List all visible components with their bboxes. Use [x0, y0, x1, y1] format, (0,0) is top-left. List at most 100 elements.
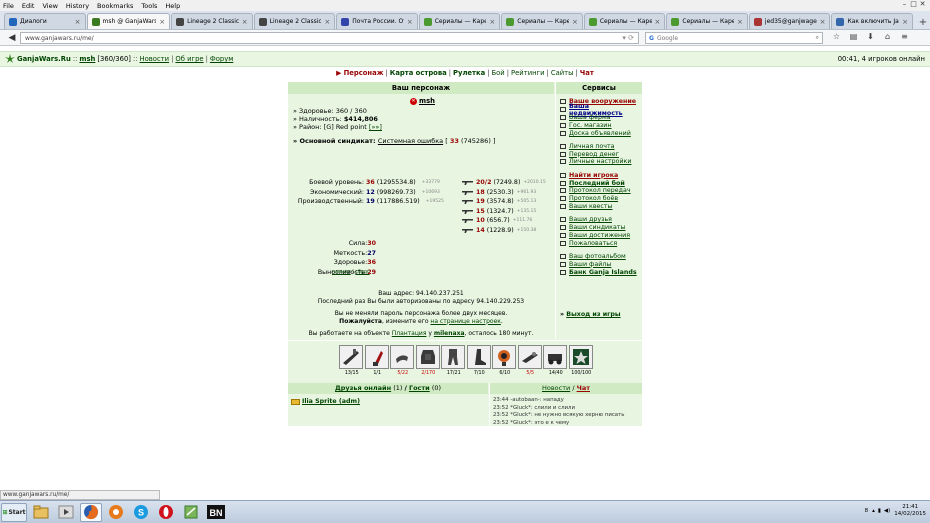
service-item[interactable]: Последний бой [560, 179, 642, 187]
nav-3[interactable]: Бой [491, 69, 504, 77]
search-input[interactable]: G Google ⌕ [645, 32, 823, 44]
guests-link[interactable]: Гости [409, 384, 430, 392]
service-item[interactable]: Ваши синдикаты [560, 224, 642, 232]
clock[interactable]: 21:41 14/02/2015 [894, 504, 926, 518]
skype-icon[interactable]: S [130, 503, 152, 522]
service-link[interactable]: Личная почта [569, 143, 615, 150]
service-item[interactable]: Личная почта [560, 142, 642, 150]
syndicate-link[interactable]: Системная ошибка [378, 137, 443, 145]
language-indicator[interactable]: 8 [865, 508, 869, 514]
tab-close-icon[interactable]: × [902, 18, 908, 26]
service-item[interactable]: Ваша недвижимость [560, 103, 642, 117]
nav-4[interactable]: Рейтинги [511, 69, 545, 77]
chat-tab[interactable]: Чат [577, 384, 590, 392]
menu-item-bookmarks[interactable]: Bookmarks [97, 2, 133, 10]
menu-item-edit[interactable]: Edit [22, 2, 35, 10]
tab-close-icon[interactable]: × [75, 18, 81, 26]
service-item[interactable]: Ваши квесты [560, 203, 642, 211]
browser-tab[interactable]: Почта России. Отсл...× [336, 13, 418, 29]
tab-close-icon[interactable]: × [820, 18, 826, 26]
settings-link[interactable]: на странице настроек [430, 318, 500, 325]
bookmark-star-icon[interactable]: ☆ [828, 32, 845, 41]
service-link[interactable]: Перевод денег [569, 151, 619, 158]
service-item[interactable]: Ваши файлы [560, 260, 642, 268]
site-logo[interactable]: GanjaWars.Ru [5, 54, 71, 64]
service-item[interactable]: Пожаловаться [560, 239, 642, 247]
syndicate-number[interactable]: 33 [450, 137, 459, 145]
service-item[interactable]: Гос. магазин [560, 121, 642, 129]
nav-5[interactable]: Сайты [551, 69, 574, 77]
equipment-slot[interactable] [364, 345, 389, 369]
service-link[interactable]: Ваши друзья [569, 216, 612, 223]
equipment-slot[interactable] [517, 345, 542, 369]
about-link[interactable]: Об игре [175, 55, 203, 63]
menu-item-tools[interactable]: Tools [141, 2, 157, 10]
friends-online-link[interactable]: Друзья онлайн [335, 384, 391, 392]
home-icon[interactable]: ⌂ [879, 32, 896, 41]
back-icon[interactable]: ◀ [4, 32, 20, 44]
equipment-slot[interactable] [466, 345, 491, 369]
service-link[interactable]: Ваши файлы [569, 261, 611, 268]
character-name-link[interactable]: msh [419, 97, 435, 105]
browser-tab[interactable]: Lineage 2 Classic - 6...× [253, 13, 336, 29]
service-link[interactable]: Ваши квесты [569, 203, 613, 210]
browser-tab[interactable]: Диалоги × [4, 13, 86, 29]
utorrent-icon[interactable] [105, 503, 127, 522]
tray-arrow-icon[interactable]: ▴ [872, 508, 875, 514]
skills-link[interactable]: навыки [332, 270, 351, 275]
close-icon[interactable]: ✕ [918, 0, 927, 8]
service-link[interactable]: Последний бой [569, 180, 625, 187]
menu-item-view[interactable]: View [42, 2, 57, 10]
tab-close-icon[interactable]: × [489, 18, 495, 26]
nav-2[interactable]: Рулетка [453, 69, 485, 77]
service-item[interactable]: Доска объявлений [560, 129, 642, 137]
browser-tab[interactable]: Сериалы — Карель...× [418, 13, 501, 29]
forum-link[interactable]: Форум [210, 55, 233, 63]
browser-tab[interactable]: jed35@ganjwagen...× [748, 13, 831, 29]
tab-close-icon[interactable]: × [655, 18, 661, 26]
reload-icon[interactable]: ▾ ⟳ [622, 34, 634, 42]
equipment-slot[interactable] [568, 345, 593, 369]
url-bar[interactable]: www.ganjawars.ru/me/ ▾ ⟳ [20, 32, 639, 44]
equipment-slot[interactable] [441, 345, 465, 369]
tab-close-icon[interactable]: × [737, 18, 743, 26]
equipment-slot[interactable] [390, 345, 414, 369]
service-link[interactable]: Пожаловаться [569, 240, 617, 247]
nav-6[interactable]: Чат [580, 69, 594, 77]
firefox-icon[interactable] [80, 502, 102, 522]
nav-1[interactable]: Карта острова [390, 69, 447, 77]
tab-close-icon[interactable]: × [407, 18, 413, 26]
service-item[interactable]: Ваши достижения [560, 231, 642, 239]
bookmarks-icon[interactable]: ▤ [845, 32, 862, 41]
browser-tab[interactable]: Сериалы — Карель...× [501, 13, 583, 29]
service-link[interactable]: Доска объявлений [569, 130, 631, 137]
browser-tab[interactable]: msh @ GanjaWars.Ru× [86, 13, 171, 29]
browser-tab[interactable]: Как включить Java...× [831, 13, 914, 29]
media-player-icon[interactable] [55, 503, 77, 522]
exit-link[interactable]: Выход из игры [566, 311, 620, 318]
tab-close-icon[interactable]: × [242, 18, 248, 26]
opera-icon[interactable] [155, 503, 177, 522]
reset-link[interactable]: сброс [355, 270, 369, 275]
service-link[interactable]: Протокол передач [569, 187, 631, 194]
search-icon[interactable]: ⌕ [816, 34, 819, 42]
service-item[interactable]: Перевод денег [560, 150, 642, 158]
new-tab-icon[interactable]: + [916, 15, 930, 29]
equipment-slot[interactable] [415, 345, 440, 369]
service-item[interactable]: Банк Ganja Islands [560, 268, 642, 276]
service-item[interactable]: Ваш фотоальбом [560, 253, 642, 261]
equipment-slot[interactable] [339, 345, 363, 369]
service-link[interactable]: Найти игрока [569, 172, 618, 179]
tab-close-icon[interactable]: × [159, 18, 165, 26]
menu-icon[interactable]: ≡ [896, 32, 913, 41]
browser-tab[interactable]: Lineage 2 Classic —× [171, 13, 253, 29]
network-icon[interactable]: ▮ [878, 508, 881, 514]
service-item[interactable]: Найти игрока [560, 171, 642, 179]
work-object-link[interactable]: Плантация [392, 330, 427, 337]
service-link[interactable]: Протокол боёв [569, 195, 618, 202]
menu-item-history[interactable]: History [66, 2, 89, 10]
menu-item-file[interactable]: File [3, 2, 14, 10]
friend-link[interactable]: Ilia Sprite (adm) [302, 398, 360, 405]
user-link[interactable]: msh [79, 55, 95, 63]
service-item[interactable]: Личные настройки [560, 158, 642, 166]
